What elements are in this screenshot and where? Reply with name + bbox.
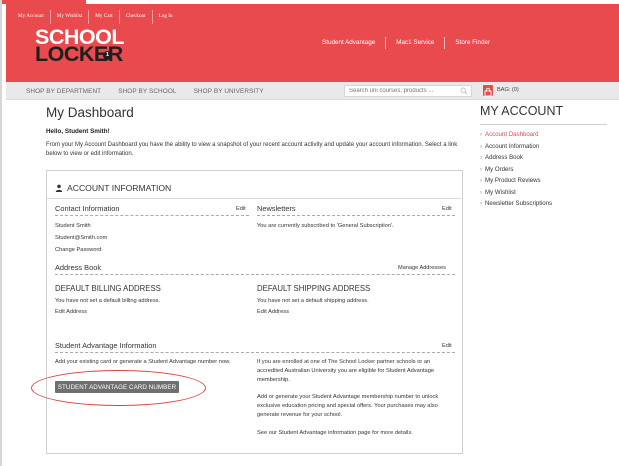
header-link-student-advantage[interactable]: Student Advantage (310, 37, 387, 49)
sidebar-item-my-wishlist[interactable]: › My Wishlist (480, 187, 552, 199)
sidebar-item-account-dashboard[interactable]: › Account Dashboard (480, 129, 552, 141)
greeting: Hello, Student Smith! (46, 128, 110, 135)
sidebar-title: MY ACCOUNT (480, 104, 564, 118)
student-advantage-left-text: Add your existing card or generate a Stu… (55, 359, 231, 365)
site-header: My Account My Wishlist My Cart Checkout … (6, 4, 619, 82)
default-shipping-title: DEFAULT SHIPPING ADDRESS (257, 284, 371, 293)
top-link-my-wishlist[interactable]: My Wishlist (51, 10, 90, 24)
default-billing-title: DEFAULT BILLING ADDRESS (55, 284, 161, 293)
address-book-title: Address Book (55, 263, 102, 272)
divider (55, 215, 249, 216)
sidebar-item-label: My Product Reviews (485, 177, 541, 184)
main-navbar: SHOP BY DEPARTMENT SHOP BY SCHOOL SHOP B… (6, 82, 619, 100)
sidebar-item-my-product-reviews[interactable]: › My Product Reviews (480, 175, 552, 187)
contact-name: Student Smith (55, 223, 91, 229)
sidebar-item-my-orders[interactable]: › My Orders (480, 164, 552, 176)
tab-shop-by-department[interactable]: SHOP BY DEPARTMENT (26, 88, 101, 95)
top-link-log-in[interactable]: Log In (153, 10, 179, 24)
chevron-right-icon: › (480, 154, 483, 161)
sidebar-item-label: Newsletter Subscriptions (485, 200, 553, 207)
bag-count[interactable]: BAG: (0) (497, 87, 519, 93)
chevron-right-icon: › (480, 188, 483, 196)
contact-email: Student@Smith.com (55, 235, 108, 241)
divider (257, 215, 455, 216)
student-advantage-card-number-button[interactable]: STUDENT ADVANTAGE CARD NUMBER (55, 381, 179, 393)
sidebar-item-address-book[interactable]: › Address Book (480, 152, 552, 164)
newsletters-status: You are currently subscribed to 'General… (257, 223, 394, 229)
sidebar-item-label: My Wishlist (485, 188, 516, 196)
student-advantage-info-link[interactable]: See our Student Advantage information pa… (257, 429, 455, 438)
sidebar-item-label: My Orders (485, 165, 514, 173)
newsletters-title: Newsletters (257, 204, 296, 213)
contact-edit-link[interactable]: Edit (236, 206, 246, 212)
change-password-link[interactable]: Change Password (55, 245, 101, 255)
student-advantage-title: Student Advantage Information (55, 341, 157, 350)
user-icon (55, 184, 63, 192)
divider (55, 274, 455, 275)
page-title: My Dashboard (46, 105, 134, 120)
tab-shop-by-school[interactable]: SHOP BY SCHOOL (118, 88, 176, 95)
sidebar-item-label: Account Dashboard (485, 131, 539, 138)
contact-information-title: Contact Information (55, 204, 120, 213)
dashboard-intro: From your My Account Dashboard you have … (46, 142, 458, 157)
account-information-panel: ACCOUNT INFORMATION Contact Information … (31, 170, 463, 454)
school-locker-logo[interactable]: SCHOOL LOCKER 1 (35, 26, 124, 69)
billing-edit-address-link[interactable]: Edit Address (55, 307, 87, 317)
chevron-right-icon: › (480, 200, 483, 207)
search-box (344, 85, 472, 97)
newsletters-edit-link[interactable]: Edit (442, 206, 452, 212)
shipping-address-text: You have not set a default shipping addr… (257, 298, 369, 304)
search-icon[interactable] (460, 87, 468, 95)
header-link-mac1-service[interactable]: Mac1 Service (386, 37, 446, 49)
account-sidebar-nav: › Account Dashboard › Account Information … (480, 129, 552, 210)
header-nav: Student Advantage Mac1 Service Store Fin… (310, 37, 500, 49)
shipping-edit-address-link[interactable]: Edit Address (257, 307, 289, 317)
sidebar-item-label: Address Book (485, 154, 523, 161)
top-links: My Account My Wishlist My Cart Checkout … (12, 10, 179, 24)
sidebar-item-account-information[interactable]: › Account Information (480, 141, 552, 153)
divider (55, 352, 455, 353)
tab-shop-by-university[interactable]: SHOP BY UNIVERSITY (194, 88, 264, 95)
billing-address-text: You have not set a default billing addre… (55, 298, 161, 304)
manage-addresses-link[interactable]: Manage Addresses (398, 265, 446, 271)
chevron-right-icon: › (480, 165, 483, 173)
search-input[interactable] (349, 86, 457, 96)
header-link-store-finder[interactable]: Store Finder (445, 37, 500, 49)
logo-mark-icon: 1 (103, 51, 112, 60)
sidebar-item-newsletter-subscriptions[interactable]: › Newsletter Subscriptions (480, 198, 552, 210)
panel-heading: ACCOUNT INFORMATION (55, 183, 171, 193)
student-advantage-eligibility-text: If you are enrolled at one of The School… (257, 359, 435, 384)
chevron-right-icon: › (480, 142, 483, 150)
student-advantage-edit-link[interactable]: Edit (442, 343, 452, 349)
top-link-checkout[interactable]: Checkout (120, 10, 153, 24)
divider (480, 124, 607, 125)
top-link-my-cart[interactable]: My Cart (89, 10, 120, 24)
top-link-my-account[interactable]: My Account (12, 10, 51, 24)
nav-tabs: SHOP BY DEPARTMENT SHOP BY SCHOOL SHOP B… (26, 82, 281, 100)
chevron-right-icon: › (480, 177, 483, 184)
divider (47, 198, 462, 199)
panel-heading-text: ACCOUNT INFORMATION (67, 183, 172, 193)
sidebar-item-label: Account Information (485, 142, 540, 150)
student-advantage-benefits-text: Add or generate your Student Advantage m… (257, 394, 439, 419)
bag-icon[interactable] (483, 85, 493, 97)
chevron-right-icon: › (480, 131, 483, 138)
